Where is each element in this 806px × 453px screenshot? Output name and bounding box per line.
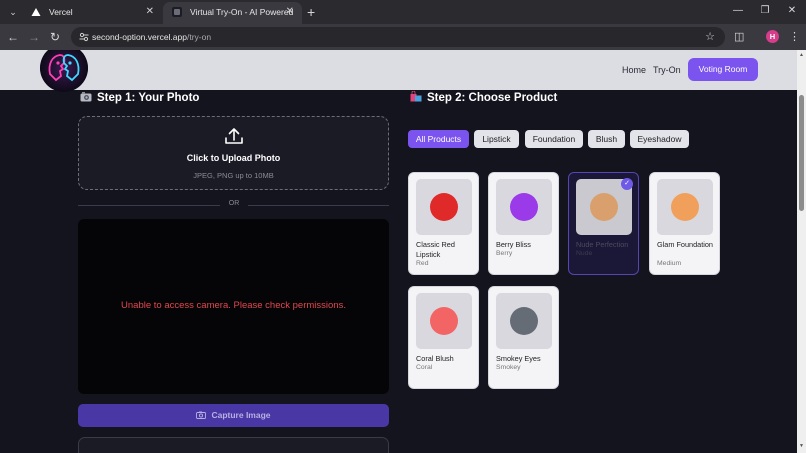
selected-check-icon: ✓ bbox=[621, 178, 633, 190]
product-card[interactable]: Classic Red Lipstick Red bbox=[408, 172, 479, 275]
product-swatch-frame bbox=[496, 179, 552, 235]
browser-tab-strip: ⌄ Vercel ✕ Virtual Try-On - AI Powered ✕… bbox=[0, 0, 806, 24]
photo-upload-dropzone[interactable]: Click to Upload Photo JPEG, PNG up to 10… bbox=[78, 116, 389, 190]
shopping-bags-emoji-icon bbox=[410, 91, 422, 102]
product-swatch-frame bbox=[496, 293, 552, 349]
camera-error-message: Unable to access camera. Please check pe… bbox=[121, 300, 346, 311]
filter-all-products[interactable]: All Products bbox=[408, 130, 469, 148]
address-bar[interactable]: second-option.vercel.app/try-on ☆ bbox=[71, 27, 725, 47]
tab-search-button[interactable]: ⌄ bbox=[5, 4, 21, 20]
new-tab-button[interactable]: + bbox=[307, 2, 315, 22]
product-swatch-frame bbox=[416, 179, 472, 235]
tab-title: Virtual Try-On - AI Powered bbox=[190, 7, 294, 17]
filter-blush[interactable]: Blush bbox=[588, 130, 625, 148]
product-name: Glam Foundation bbox=[657, 240, 713, 249]
step1-title: Step 1: Your Photo bbox=[80, 91, 199, 105]
product-swatch-frame bbox=[657, 179, 713, 235]
product-name: Classic Red Lipstick bbox=[416, 240, 455, 259]
product-color-swatch bbox=[430, 193, 458, 221]
capture-image-button[interactable]: Capture Image bbox=[78, 404, 389, 427]
filter-lipstick[interactable]: Lipstick bbox=[474, 130, 519, 148]
camera-icon bbox=[196, 411, 207, 419]
secondary-panel bbox=[78, 437, 389, 453]
product-color-swatch bbox=[510, 193, 538, 221]
product-shade: Nude bbox=[576, 250, 593, 257]
try-on-favicon-icon bbox=[172, 7, 182, 17]
minimize-window-icon[interactable]: — bbox=[728, 3, 748, 19]
scroll-up-icon[interactable]: ▲ bbox=[797, 52, 806, 58]
vercel-icon bbox=[31, 8, 41, 16]
product-name: Coral Blush bbox=[416, 354, 454, 363]
divider-line bbox=[78, 205, 220, 206]
divider-line bbox=[248, 205, 389, 206]
site-logo[interactable] bbox=[40, 50, 88, 92]
voting-room-button[interactable]: Voting Room bbox=[688, 58, 758, 81]
product-swatch-frame bbox=[416, 293, 472, 349]
bookmark-star-icon[interactable]: ☆ bbox=[705, 27, 715, 47]
filter-eyeshadow[interactable]: Eyeshadow bbox=[630, 130, 689, 148]
faces-logo-icon bbox=[40, 50, 88, 92]
browser-tab-vercel[interactable]: Vercel ✕ bbox=[22, 2, 162, 24]
upload-icon bbox=[225, 128, 243, 144]
nav-home-link[interactable]: Home bbox=[622, 64, 646, 76]
product-shade: Coral bbox=[416, 364, 433, 371]
product-color-swatch bbox=[671, 193, 699, 221]
camera-emoji-icon bbox=[80, 92, 92, 102]
url-text: second-option.vercel.app/try-on bbox=[92, 32, 212, 42]
close-tab-icon[interactable]: ✕ bbox=[286, 2, 294, 22]
nav-try-on-link[interactable]: Try-On bbox=[653, 64, 681, 76]
product-shade: Berry bbox=[496, 250, 513, 257]
page-scrollbar[interactable]: ▲ ▼ bbox=[797, 50, 806, 453]
site-header: Home Try-On Voting Room bbox=[0, 50, 797, 92]
product-shade: Smokey bbox=[496, 364, 521, 371]
close-tab-icon[interactable]: ✕ bbox=[146, 2, 154, 22]
product-color-swatch bbox=[510, 307, 538, 335]
filter-foundation[interactable]: Foundation bbox=[525, 130, 583, 148]
forward-arrow-icon[interactable]: → bbox=[26, 29, 42, 45]
profile-avatar[interactable]: H bbox=[766, 30, 779, 43]
or-divider-text: OR bbox=[228, 200, 240, 207]
product-name: Berry Bliss bbox=[496, 240, 531, 249]
product-shade: Red bbox=[416, 260, 429, 267]
product-card[interactable]: Coral Blush Coral bbox=[408, 286, 479, 389]
product-card-selected[interactable]: ✓ Nude Perfection Nude bbox=[568, 172, 639, 275]
browser-tab-try-on[interactable]: Virtual Try-On - AI Powered ✕ bbox=[163, 2, 302, 24]
upload-title: Click to Upload Photo bbox=[186, 153, 281, 163]
product-shade: Medium bbox=[657, 260, 682, 267]
browser-toolbar: ← → ↻ second-option.vercel.app/try-on ☆ … bbox=[0, 24, 806, 50]
back-arrow-icon[interactable]: ← bbox=[5, 29, 21, 45]
camera-preview: Unable to access camera. Please check pe… bbox=[78, 219, 389, 394]
step2-title: Step 2: Choose Product bbox=[410, 91, 557, 105]
reload-icon[interactable]: ↻ bbox=[47, 29, 63, 45]
scrollbar-thumb[interactable] bbox=[799, 95, 804, 211]
restore-window-icon[interactable]: ❐ bbox=[755, 3, 775, 19]
upload-file-types: JPEG, PNG up to 10MB bbox=[193, 171, 274, 180]
product-name: Nude Perfection bbox=[576, 240, 629, 249]
tab-title: Vercel bbox=[49, 7, 73, 17]
extensions-icon[interactable]: ◫ bbox=[734, 29, 744, 45]
product-name: Smokey Eyes bbox=[496, 354, 541, 363]
scroll-down-icon[interactable]: ▼ bbox=[797, 443, 806, 449]
site-settings-icon[interactable] bbox=[79, 32, 89, 42]
page-content: Home Try-On Voting Room Step 1: Your Pho… bbox=[0, 50, 797, 453]
product-color-swatch bbox=[430, 307, 458, 335]
product-color-swatch bbox=[590, 193, 618, 221]
browser-menu-icon[interactable]: ⋮ bbox=[789, 29, 800, 45]
product-card[interactable]: Berry Bliss Berry bbox=[488, 172, 559, 275]
close-window-icon[interactable]: ✕ bbox=[782, 3, 802, 19]
product-card[interactable]: Glam Foundation Medium bbox=[649, 172, 720, 275]
product-card[interactable]: Smokey Eyes Smokey bbox=[488, 286, 559, 389]
